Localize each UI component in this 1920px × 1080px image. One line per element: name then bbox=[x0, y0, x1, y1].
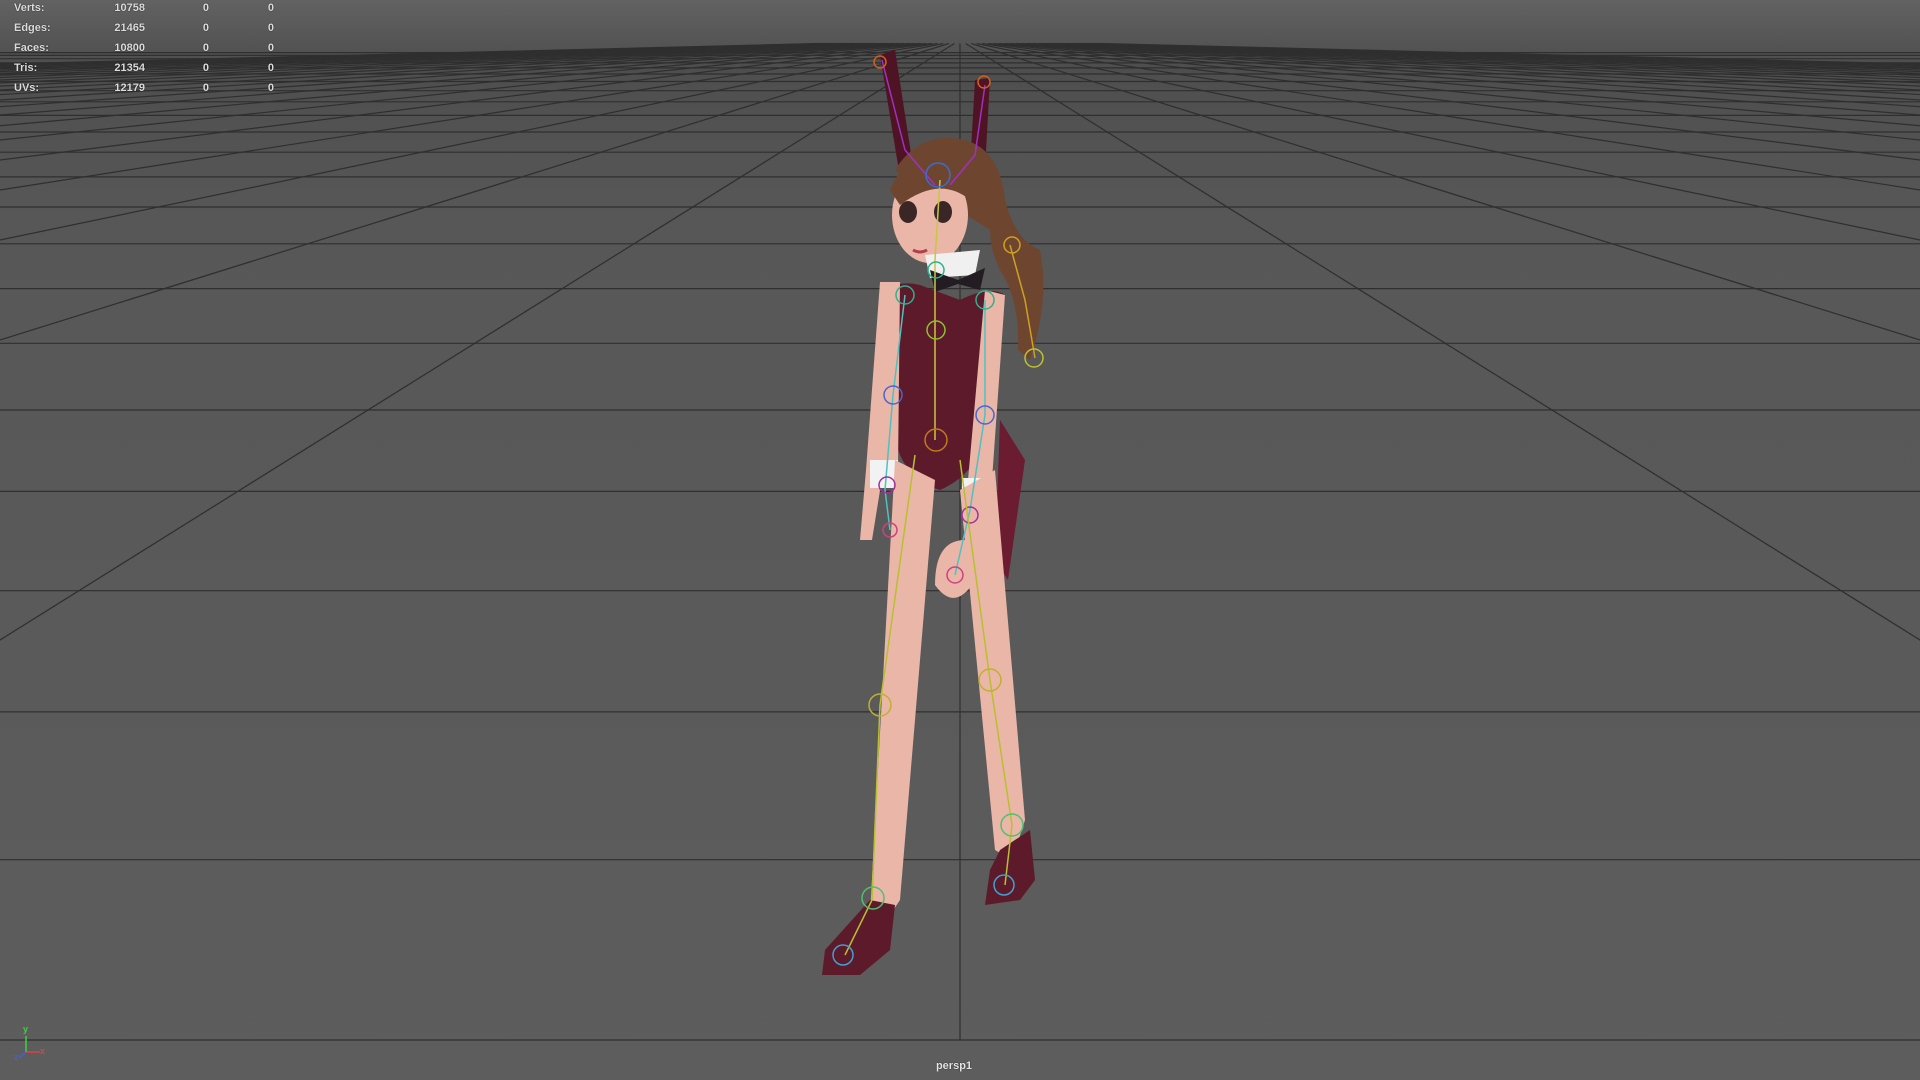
hud-total-count: 10758 bbox=[114, 2, 145, 14]
right-eye bbox=[934, 201, 952, 223]
x-axis-label: x bbox=[40, 1046, 46, 1056]
camera-name-label: persp1 bbox=[935, 1060, 973, 1072]
hud-total-count: 10800 bbox=[114, 42, 145, 54]
axis-orientation-gizmo: x y z bbox=[14, 1024, 48, 1062]
hud-selected-count: 0 bbox=[202, 42, 209, 54]
hud-label: UVs: bbox=[14, 82, 40, 94]
hud-component-count: 0 bbox=[267, 2, 274, 14]
hud-component-count: 0 bbox=[267, 42, 274, 54]
hud-label: Edges: bbox=[14, 22, 51, 34]
hud-label: Faces: bbox=[14, 42, 49, 54]
hud-total-count: 12179 bbox=[114, 82, 145, 94]
scene-canvas[interactable] bbox=[0, 0, 1920, 1080]
left-eye bbox=[899, 201, 917, 223]
y-axis-label: y bbox=[23, 1024, 29, 1034]
hud-label: Tris: bbox=[14, 62, 38, 74]
z-axis-line bbox=[18, 1051, 27, 1059]
hud-label: Verts: bbox=[14, 2, 45, 14]
hud-total-count: 21354 bbox=[114, 62, 145, 74]
hud-selected-count: 0 bbox=[202, 2, 209, 14]
z-axis-label: z bbox=[14, 1052, 19, 1062]
hud-selected-count: 0 bbox=[202, 22, 209, 34]
hud-selected-count: 0 bbox=[202, 62, 209, 74]
hud-component-count: 0 bbox=[267, 82, 274, 94]
hud-total-count: 21465 bbox=[114, 22, 145, 34]
hud-component-count: 0 bbox=[267, 22, 274, 34]
hud-component-count: 0 bbox=[267, 62, 274, 74]
perspective-viewport[interactable]: Verts: 10758 0 0 Edges: 21465 0 0 Faces: 10800 0 0 T… bbox=[0, 0, 1920, 1080]
hud-selected-count: 0 bbox=[202, 82, 209, 94]
